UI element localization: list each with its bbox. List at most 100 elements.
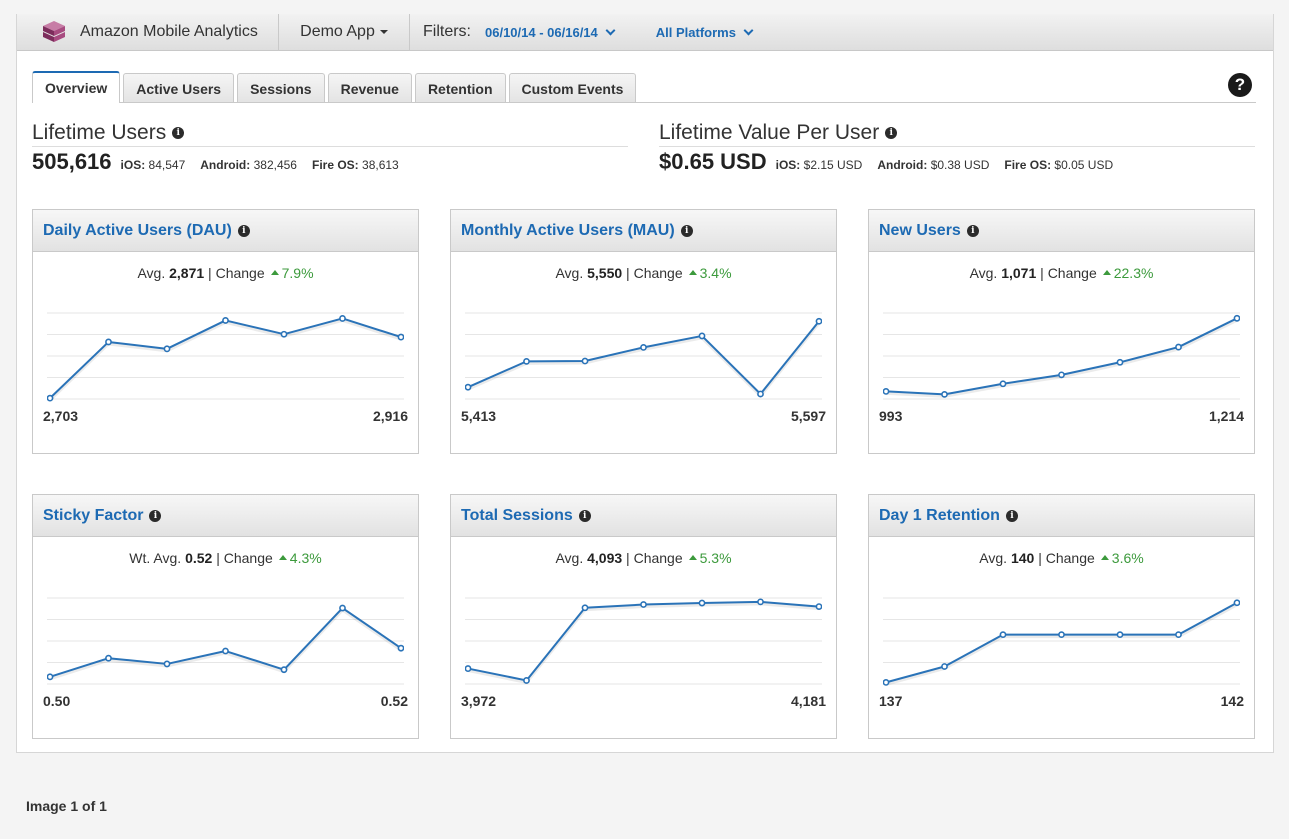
change-value: 3.4% [699,265,732,281]
card-title[interactable]: Monthly Active Users (MAU) [461,222,675,240]
card-summary: Avg. 140 | Change 3.6% [979,550,1144,566]
data-point[interactable] [465,383,472,391]
avg-label: Wt. Avg. [129,550,182,566]
card-title[interactable]: Daily Active Users (DAU) [43,222,232,240]
image-counter: Image 1 of 1 [26,798,107,814]
data-point[interactable] [883,387,890,395]
tab-retention[interactable]: Retention [414,73,506,103]
data-point[interactable] [47,394,54,402]
data-point[interactable] [1233,314,1240,322]
last-value-label: 142 [1220,693,1244,709]
data-point[interactable] [1175,631,1182,639]
data-point[interactable] [47,673,54,681]
change-label: Change [633,265,683,281]
info-icon[interactable]: i [680,224,693,237]
data-point[interactable] [1116,631,1124,639]
data-point[interactable] [1058,371,1065,379]
data-point[interactable] [397,644,404,652]
date-range-label: 06/10/14 - 06/16/14 [485,24,598,40]
metric-card: New Users i Avg. 1,071 | Change 22.3% 993 … [868,209,1255,454]
avg-value: 5,550 [587,265,623,281]
lifetime-users-title: Lifetime Users i [32,121,628,147]
data-point[interactable] [339,604,346,612]
data-point[interactable] [163,660,171,668]
info-icon[interactable]: i [885,127,898,140]
data-point[interactable] [581,604,589,612]
data-point[interactable] [941,390,948,398]
data-point[interactable] [640,601,647,608]
tab-overview[interactable]: Overview [32,71,121,103]
data-point[interactable] [815,317,822,325]
tab-active-users[interactable]: Active Users [123,73,235,103]
data-point[interactable] [222,647,229,655]
data-point[interactable] [999,380,1007,388]
data-point[interactable] [523,357,530,365]
tab-custom-events[interactable]: Custom Events [508,73,637,103]
info-icon[interactable]: i [149,509,162,522]
up-arrow-icon [688,269,697,275]
data-point[interactable] [883,679,890,686]
data-point[interactable] [815,603,822,610]
data-point[interactable] [999,631,1007,639]
card-title[interactable]: Day 1 Retention [879,507,1000,525]
ios-label: iOS: [775,158,801,172]
card-header: Total Sessions i [451,495,836,537]
metric-card: Total Sessions i Avg. 4,093 | Change 5.3% … [450,494,837,739]
card-title[interactable]: New Users [879,222,961,240]
lifetime-users-fireos: Fire OS: 38,613 [312,158,399,172]
data-point[interactable] [523,677,530,684]
avg-label: Avg. [979,550,1008,566]
info-icon[interactable]: i [172,127,185,140]
data-point[interactable] [1116,358,1124,366]
lifetime-users-section: Lifetime Users i 505,616 iOS: 84,547 Andr… [32,121,628,175]
info-icon[interactable]: i [966,224,979,237]
lifetime-value-fireos: Fire OS: $0.05 USD [1004,158,1113,172]
data-point[interactable] [105,338,112,346]
card-title[interactable]: Sticky Factor [43,507,143,525]
data-point[interactable] [163,345,171,353]
lifetime-value-ios: iOS: $2.15 USD [776,158,863,172]
data-point[interactable] [280,330,288,338]
data-point[interactable] [757,390,764,398]
data-point[interactable] [1233,599,1240,607]
card-title[interactable]: Total Sessions [461,507,573,525]
date-range-filter[interactable]: 06/10/14 - 06/16/14 [485,24,616,40]
data-point[interactable] [941,663,948,670]
platform-filter[interactable]: All Platforms [656,25,754,40]
info-icon[interactable]: i [1005,509,1018,522]
lifetime-value-android: Android: $0.38 USD [877,158,989,172]
avg-label: Avg. [969,265,998,281]
data-point[interactable] [105,654,112,662]
first-value-label: 2,703 [43,408,79,424]
chevron-down-icon [605,25,616,35]
data-point[interactable] [339,315,346,322]
info-icon[interactable]: i [578,509,591,522]
data-point[interactable] [640,344,647,351]
data-point[interactable] [1058,631,1065,639]
first-value-label: 3,972 [461,693,497,709]
data-point[interactable] [757,598,764,606]
help-icon[interactable]: ? [1228,73,1252,97]
card-header: Monthly Active Users (MAU) i [451,210,836,252]
data-point[interactable] [222,317,229,324]
data-point[interactable] [397,333,404,341]
lifetime-value-title: Lifetime Value Per User i [659,121,1255,147]
data-point[interactable] [698,332,706,340]
line-chart [47,597,404,685]
data-point[interactable] [581,357,589,365]
data-point[interactable] [465,665,472,672]
data-point[interactable] [280,666,288,674]
app-selector-label: Demo App [300,23,375,40]
tab-revenue[interactable]: Revenue [327,73,412,103]
change-label: Change [215,265,265,281]
app-selector[interactable]: Demo App [279,13,410,51]
tab-sessions[interactable]: Sessions [237,73,325,103]
data-point[interactable] [1175,343,1182,351]
data-point[interactable] [698,599,706,607]
first-value-label: 993 [879,408,903,424]
metric-card: Day 1 Retention i Avg. 140 | Change 3.6% 1… [868,494,1255,739]
avg-value: 1,071 [1001,265,1037,281]
up-arrow-icon [1102,269,1111,275]
info-icon[interactable]: i [237,224,250,237]
card-summary: Avg. 5,550 | Change 3.4% [555,265,732,281]
